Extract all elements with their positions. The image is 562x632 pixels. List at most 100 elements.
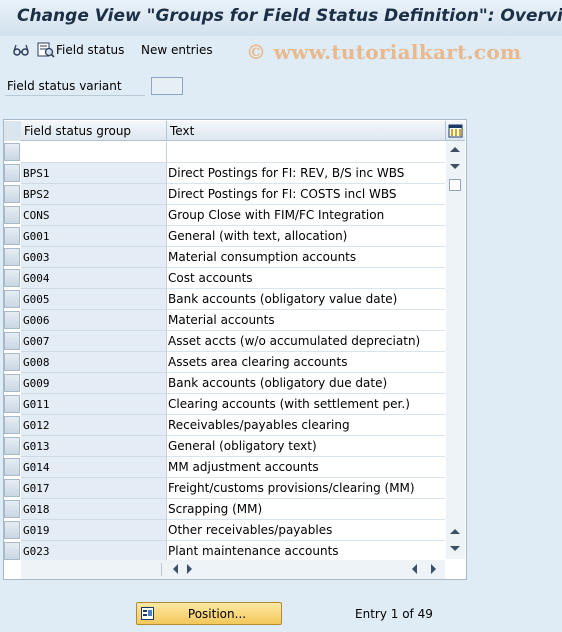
cell-field-status-group[interactable]: G011 [21,394,167,415]
row-selector[interactable] [4,290,20,308]
cell-text[interactable]: Material accounts [167,310,445,331]
horizontal-scrollbar[interactable] [21,560,445,579]
table-row[interactable]: G017 Freight/customs provisions/clearing … [4,478,445,499]
cell-text[interactable]: Asset accts (w/o accumulated depreciatn) [167,331,445,352]
scroll-down-icon[interactable] [450,164,460,169]
row-selector[interactable] [4,311,20,329]
table-row[interactable]: G005 Bank accounts (obligatory value date… [4,289,445,310]
table-row[interactable]: G003 Material consumption accounts [4,247,445,268]
cell-field-status-group[interactable]: G017 [21,478,167,499]
row-selector[interactable] [4,521,20,539]
scroll-page-up-icon[interactable] [450,529,460,534]
row-selector[interactable] [4,437,20,455]
row-selector[interactable] [4,500,20,518]
row-selector[interactable] [4,458,20,476]
field-status-button[interactable]: Field status [56,43,124,57]
cell-field-status-group[interactable]: BPS2 [21,184,167,205]
table-row[interactable]: BPS1 Direct Postings for FI: REV, B/S inc… [4,163,445,184]
row-selector[interactable] [4,479,20,497]
table-row[interactable]: G007 Asset accts (w/o accumulated depreci… [4,331,445,352]
cell-field-status-group[interactable]: G019 [21,520,167,541]
cell-text[interactable]: Scrapping (MM) [167,499,445,520]
cell-text[interactable]: Assets area clearing accounts [167,352,445,373]
row-selector[interactable] [4,164,20,182]
row-selector[interactable] [4,185,20,203]
cell-text[interactable]: Bank accounts (obligatory value date) [167,289,445,310]
cell-field-status-group[interactable]: G014 [21,457,167,478]
cell-text[interactable]: MM adjustment accounts [167,457,445,478]
cell-field-status-group[interactable]: G009 [21,373,167,394]
cell-field-status-group[interactable]: G001 [21,226,167,247]
table-row[interactable]: G014 MM adjustment accounts [4,457,445,478]
row-selector[interactable] [4,248,20,266]
cell-field-status-group[interactable]: G004 [21,268,167,289]
table-row[interactable]: G004 Cost accounts [4,268,445,289]
table-row[interactable]: G013 General (obligatory text) [4,436,445,457]
table-row[interactable]: CONS Group Close with FIM/FC Integration [4,205,445,226]
table-row[interactable]: G019 Other receivables/payables [4,520,445,541]
table-row[interactable]: BPS2 Direct Postings for FI: COSTS incl W… [4,184,445,205]
cell-text[interactable]: Receivables/payables clearing [167,415,445,436]
new-entries-button[interactable]: New entries [141,43,213,57]
cell-text[interactable]: Direct Postings for FI: REV, B/S inc WBS [167,163,445,184]
cell-text[interactable]: Other receivables/payables [167,520,445,541]
cell-field-status-group[interactable]: CONS [21,205,167,226]
cell-text[interactable]: Direct Postings for FI: COSTS incl WBS [167,184,445,205]
scroll-thumb[interactable] [449,179,461,191]
table-row[interactable]: G006 Material accounts [4,310,445,331]
cell-field-status-group[interactable]: G023 [21,541,167,562]
row-selector[interactable] [4,416,20,434]
row-selector[interactable] [4,206,20,224]
cell-text[interactable]: Clearing accounts (with settlement per.) [167,394,445,415]
scroll-up-icon[interactable] [450,147,460,152]
row-selector[interactable] [4,374,20,392]
cell-field-status-group[interactable]: G007 [21,331,167,352]
row-selector[interactable] [4,332,20,350]
cell-text[interactable]: Freight/customs provisions/clearing (MM) [167,478,445,499]
column-header-field-status-group[interactable]: Field status group [21,121,167,141]
table-row[interactable]: G018 Scrapping (MM) [4,499,445,520]
column-header-text[interactable]: Text [167,121,446,141]
cell-text[interactable] [167,142,445,163]
row-selector[interactable] [4,269,20,287]
table-settings-icon[interactable] [446,121,465,141]
table-row[interactable] [4,142,445,163]
row-selector[interactable] [4,227,20,245]
table-row[interactable]: G008 Assets area clearing accounts [4,352,445,373]
glasses-icon[interactable] [12,42,30,58]
scroll-far-left-icon[interactable] [412,564,417,574]
cell-text[interactable]: Material consumption accounts [167,247,445,268]
cell-field-status-group[interactable]: G003 [21,247,167,268]
table-row[interactable]: G011 Clearing accounts (with settlement p… [4,394,445,415]
cell-field-status-group[interactable]: G008 [21,352,167,373]
cell-field-status-group[interactable]: G018 [21,499,167,520]
cell-text[interactable]: General (with text, allocation) [167,226,445,247]
scroll-page-down-icon[interactable] [450,546,460,551]
table-row[interactable]: G009 Bank accounts (obligatory due date) [4,373,445,394]
select-all-button[interactable] [4,121,22,141]
cell-text[interactable]: Bank accounts (obligatory due date) [167,373,445,394]
field-status-variant-input[interactable] [151,77,183,95]
cell-field-status-group[interactable]: BPS1 [21,163,167,184]
vertical-scrollbar[interactable] [446,141,465,559]
scroll-far-right-icon[interactable] [431,564,436,574]
cell-text[interactable]: General (obligatory text) [167,436,445,457]
position-button[interactable]: Position... [136,602,282,625]
field-status-icon[interactable] [37,42,55,58]
cell-text[interactable]: Group Close with FIM/FC Integration [167,205,445,226]
cell-field-status-group[interactable]: G006 [21,310,167,331]
cell-field-status-group[interactable]: G012 [21,415,167,436]
cell-field-status-group[interactable]: G005 [21,289,167,310]
table-row[interactable]: G012 Receivables/payables clearing [4,415,445,436]
scroll-left-icon[interactable] [173,564,178,574]
cell-field-status-group[interactable]: G013 [21,436,167,457]
cell-field-status-group[interactable] [21,142,167,163]
row-selector[interactable] [4,395,20,413]
row-selector[interactable] [4,542,20,560]
scroll-right-icon[interactable] [187,564,192,574]
cell-text[interactable]: Cost accounts [167,268,445,289]
table-row[interactable]: G001 General (with text, allocation) [4,226,445,247]
cell-text[interactable]: Plant maintenance accounts [167,541,445,562]
row-selector[interactable] [4,353,20,371]
row-selector[interactable] [4,143,20,161]
